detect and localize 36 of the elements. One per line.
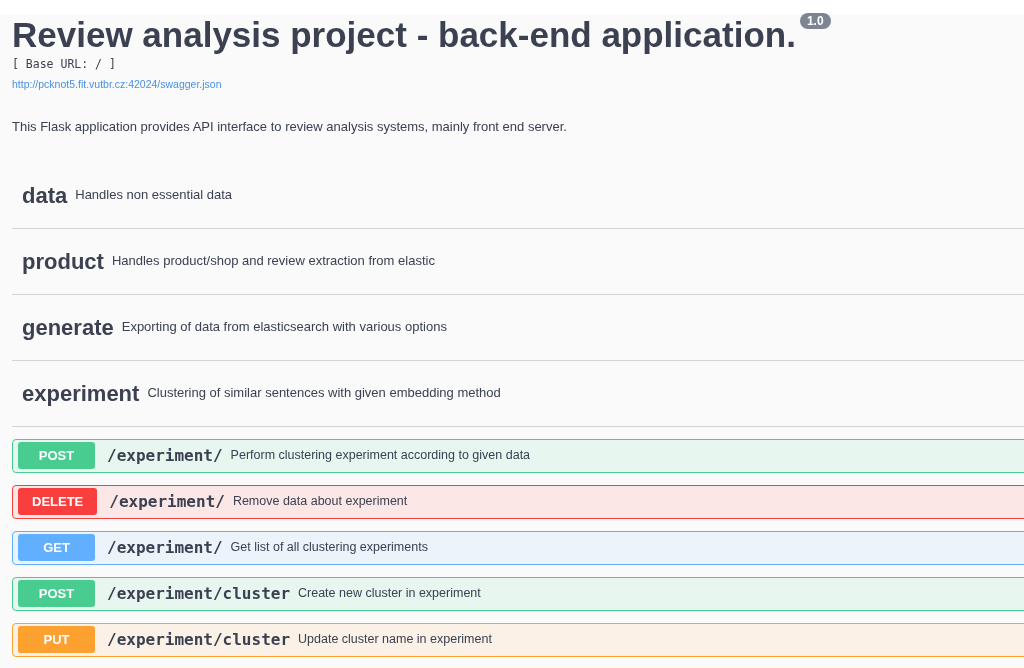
tag-description: Handles product/shop and review extraction from elastic bbox=[111, 252, 435, 271]
endpoint-summary: Update cluster name in experiment bbox=[298, 631, 492, 649]
operation-row[interactable]: GET /experiment/ Get list of all clustering experiments bbox=[12, 530, 1024, 565]
operation-row[interactable]: POST /experiment/cluster Create new cluster in experiment bbox=[12, 576, 1024, 611]
tag-name: experiment bbox=[22, 379, 140, 408]
base-url: [ Base URL: / ] bbox=[12, 57, 117, 71]
tag-header[interactable]: experiment Clustering of similar sentences with given embedding method bbox=[12, 360, 1024, 427]
endpoint-summary: Get list of all clustering experiments bbox=[230, 539, 428, 557]
method-label: DELETE bbox=[18, 487, 98, 516]
tag-description: Handles non essential data bbox=[75, 186, 233, 205]
operation-row[interactable]: POST /experiment/ Perform clustering experiment according to given data bbox=[12, 438, 1024, 473]
method-label: POST bbox=[18, 441, 95, 470]
operation-row[interactable]: DELETE /experiment/ Remove data about experiment bbox=[12, 484, 1024, 519]
method-label: POST bbox=[18, 579, 95, 608]
tag-name: data bbox=[22, 181, 68, 210]
tag-name: generate bbox=[22, 313, 114, 342]
page-title: Review analysis project - back-end application. bbox=[12, 15, 796, 54]
tag-header[interactable]: generate Exporting of data from elasticsearch with various options bbox=[12, 294, 1024, 361]
endpoint-path: /experiment/ bbox=[109, 490, 225, 513]
tag-header[interactable]: data Handles non essential data bbox=[12, 162, 1024, 229]
method-label: GET bbox=[18, 533, 95, 562]
endpoint-path: /experiment/cluster bbox=[107, 582, 291, 605]
tag-name: product bbox=[22, 247, 104, 276]
endpoint-path: /experiment/ bbox=[107, 444, 223, 467]
endpoint-path: /experiment/cluster bbox=[107, 628, 291, 651]
endpoint-path: /experiment/ bbox=[107, 536, 223, 559]
endpoint-summary: Create new cluster in experiment bbox=[298, 585, 481, 603]
tag-header[interactable]: product Handles product/shop and review extraction from elastic bbox=[12, 228, 1024, 295]
version-badge: 1.0 bbox=[799, 13, 831, 29]
tag-description: Exporting of data from elasticsearch with various options bbox=[121, 318, 447, 337]
method-label: PUT bbox=[18, 625, 95, 654]
tag-description: Clustering of similar sentences with given embedding method bbox=[147, 384, 501, 403]
endpoint-summary: Remove data about experiment bbox=[232, 493, 408, 511]
operation-row[interactable]: PUT /experiment/cluster Update cluster name in experiment bbox=[12, 622, 1024, 657]
description: This Flask application provides API interface to review analysis systems, mainly front end server. bbox=[12, 118, 568, 136]
endpoint-summary: Perform clustering experiment according to given data bbox=[230, 447, 531, 465]
